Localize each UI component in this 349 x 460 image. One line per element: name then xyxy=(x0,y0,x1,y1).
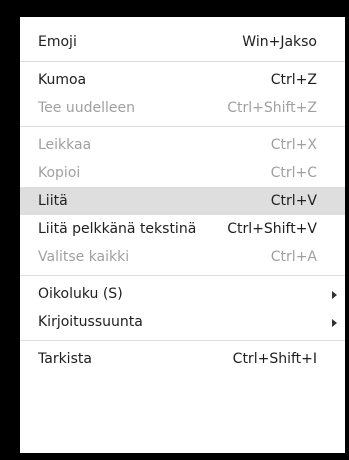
menu-item-inspect[interactable]: Tarkista Ctrl+Shift+I xyxy=(20,345,345,373)
menu-item-redo: Tee uudelleen Ctrl+Shift+Z xyxy=(20,94,345,122)
menu-item-shortcut: Ctrl+X xyxy=(270,137,317,153)
menu-item-shortcut: Ctrl+A xyxy=(270,249,317,265)
menu-item-label: Tarkista xyxy=(38,351,92,367)
menu-item-label: Oikoluku (S) xyxy=(38,286,123,302)
menu-item-shortcut: Win+Jakso xyxy=(242,34,317,50)
menu-item-cut: Leikkaa Ctrl+X xyxy=(20,131,345,159)
menu-item-shortcut: Ctrl+Shift+V xyxy=(227,221,317,237)
menu-item-spellcheck[interactable]: Oikoluku (S) xyxy=(20,280,345,308)
menu-item-label: Emoji xyxy=(38,34,77,50)
menu-item-writing-direction[interactable]: Kirjoitussuunta xyxy=(20,308,345,336)
window-frame: Emoji Win+Jakso Kumoa Ctrl+Z Tee uudelle… xyxy=(0,0,349,460)
menu-item-shortcut: Ctrl+Z xyxy=(270,72,317,88)
menu-item-shortcut: Ctrl+Shift+I xyxy=(232,351,317,367)
menu-item-label: Liitä pelkkänä tekstinä xyxy=(38,221,197,237)
menu-item-paste[interactable]: Liitä Ctrl+V xyxy=(20,187,345,215)
menu-separator xyxy=(20,61,345,62)
menu-item-select-all: Valitse kaikki Ctrl+A xyxy=(20,243,345,271)
menu-item-label: Liitä xyxy=(38,193,68,209)
menu-item-label: Kumoa xyxy=(38,72,87,88)
menu-item-label: Leikkaa xyxy=(38,137,92,153)
menu-item-label: Valitse kaikki xyxy=(38,249,130,265)
submenu-arrow-icon xyxy=(332,291,337,299)
menu-item-paste-plain-text[interactable]: Liitä pelkkänä tekstinä Ctrl+Shift+V xyxy=(20,215,345,243)
menu-item-label: Kopioi xyxy=(38,165,81,181)
menu-item-copy: Kopioi Ctrl+C xyxy=(20,159,345,187)
context-menu: Emoji Win+Jakso Kumoa Ctrl+Z Tee uudelle… xyxy=(20,17,345,453)
menu-separator xyxy=(20,340,345,341)
menu-item-shortcut: Ctrl+V xyxy=(270,193,317,209)
menu-item-shortcut: Ctrl+C xyxy=(270,165,317,181)
menu-item-undo[interactable]: Kumoa Ctrl+Z xyxy=(20,66,345,94)
menu-item-emoji[interactable]: Emoji Win+Jakso xyxy=(20,28,345,56)
menu-item-label: Tee uudelleen xyxy=(38,100,135,116)
menu-separator xyxy=(20,275,345,276)
menu-separator xyxy=(20,126,345,127)
menu-item-label: Kirjoitussuunta xyxy=(38,314,143,330)
submenu-arrow-icon xyxy=(332,319,337,327)
menu-item-shortcut: Ctrl+Shift+Z xyxy=(227,100,317,116)
